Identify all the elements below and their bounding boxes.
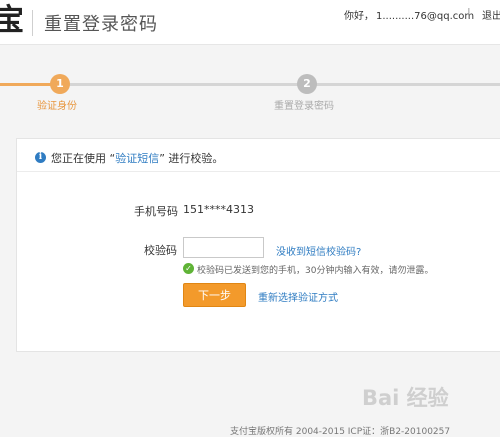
user-greeting: 你好， 1..........76@qq.com: [344, 7, 474, 22]
step-1-label: 验证身份: [37, 101, 77, 112]
card-divider: [17, 171, 500, 172]
logout-link[interactable]: 退出: [482, 7, 500, 22]
step-2-circle: 2: [297, 74, 317, 94]
logo-divider: [32, 10, 33, 36]
baidu-jingyan-watermark: Bai 经验: [362, 386, 449, 410]
no-code-received-link[interactable]: 没收到短信校验码?: [276, 243, 361, 258]
code-label: 校验码: [144, 244, 177, 257]
footer-copyright: 支付宝版权所有 2004-2015 ICP证：浙B2-20100257: [230, 427, 451, 437]
header-separator: |: [467, 6, 471, 19]
notice-prefix: 您正在使用 “: [51, 152, 116, 165]
brand-logo: 宝: [0, 3, 24, 38]
verification-card: i 您正在使用 “验证短信” 进行校验。 手机号码 151****4313 校验…: [16, 138, 500, 352]
account-email: 1..........76@qq.com: [376, 11, 475, 22]
notice-method: 验证短信: [115, 152, 160, 165]
code-sent-hint: 校验码已发送到您的手机，30分钟内输入有效，请勿泄露。: [197, 266, 434, 276]
next-step-button[interactable]: 下一步: [183, 283, 246, 307]
phone-label: 手机号码: [134, 205, 178, 218]
verification-code-input[interactable]: [183, 237, 264, 258]
verification-notice: 您正在使用 “验证短信” 进行校验。: [51, 150, 223, 166]
notice-suffix: ” 进行校验。: [159, 152, 224, 165]
rechoose-method-link[interactable]: 重新选择验证方式: [258, 289, 338, 304]
progress-track-pending: [60, 83, 500, 86]
top-header: 宝 重置登录密码 你好， 1..........76@qq.com | 退出: [0, 0, 500, 45]
info-icon: i: [35, 152, 46, 163]
page-title: 重置登录密码: [44, 14, 158, 35]
phone-number: 151****4313: [183, 203, 254, 216]
step-2-label: 重置登录密码: [274, 101, 334, 112]
check-icon: ✓: [183, 263, 194, 274]
progress-steps: 1 2 验证身份 重置登录密码: [0, 74, 500, 114]
step-1-circle: 1: [50, 74, 70, 94]
greeting-text: 你好，: [344, 11, 374, 22]
